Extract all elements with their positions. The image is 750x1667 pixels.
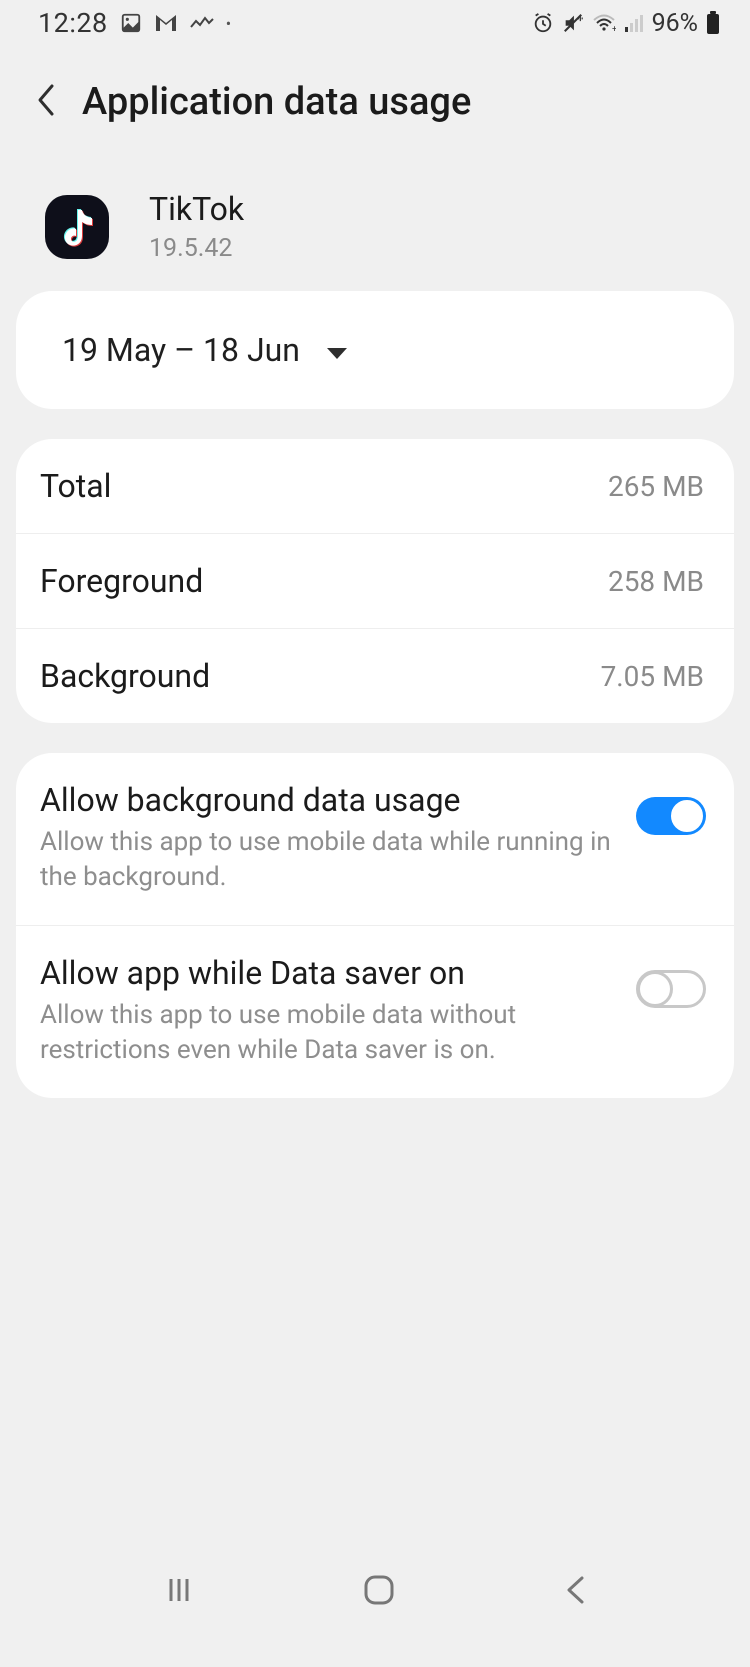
app-text: TikTok 19.5.42	[149, 190, 244, 263]
setting-title: Allow app while Data saver on	[40, 954, 616, 992]
setting-data-saver[interactable]: Allow app while Data saver on Allow this…	[16, 925, 734, 1098]
status-bar: 12:28 • + 96%	[0, 0, 750, 52]
picture-icon	[120, 12, 142, 34]
signal-icon	[624, 13, 644, 33]
usage-value: 7.05 MB	[601, 660, 704, 693]
usage-card: Total 265 MB Foreground 258 MB Backgroun…	[16, 439, 734, 723]
svg-text:+: +	[612, 25, 616, 33]
page-title: Application data usage	[82, 80, 471, 124]
app-name: TikTok	[149, 190, 244, 228]
wifi-icon: +	[592, 13, 616, 33]
app-info: TikTok 19.5.42	[0, 154, 750, 291]
usage-row-foreground: Foreground 258 MB	[16, 533, 734, 628]
gmail-icon	[154, 13, 178, 33]
battery-icon	[706, 11, 720, 35]
setting-title: Allow background data usage	[40, 781, 616, 819]
settings-card: Allow background data usage Allow this a…	[16, 753, 734, 1098]
toggle-data-saver[interactable]	[636, 970, 706, 1008]
usage-label: Total	[40, 467, 111, 505]
setting-text: Allow app while Data saver on Allow this…	[40, 954, 636, 1068]
date-range-text: 19 May – 18 Jun	[62, 331, 300, 369]
app-version: 19.5.42	[149, 234, 244, 263]
alarm-icon	[532, 12, 554, 34]
usage-value: 258 MB	[608, 565, 704, 598]
header: Application data usage	[0, 52, 750, 154]
usage-row-background: Background 7.05 MB	[16, 628, 734, 723]
status-right: + 96%	[532, 9, 720, 38]
more-notifications-icon: •	[226, 14, 231, 33]
date-range-selector[interactable]: 19 May – 18 Jun	[62, 331, 688, 369]
toggle-background-data[interactable]	[636, 797, 706, 835]
stocks-icon	[190, 15, 214, 31]
chevron-down-icon	[326, 331, 348, 369]
nav-back-button[interactable]	[564, 1575, 586, 1609]
setting-desc: Allow this app to use mobile data while …	[40, 825, 616, 895]
mute-vibrate-icon	[562, 12, 584, 34]
status-time: 12:28	[38, 7, 108, 39]
system-nav-bar	[0, 1557, 750, 1667]
usage-row-total: Total 265 MB	[16, 439, 734, 533]
usage-label: Background	[40, 657, 210, 695]
setting-text: Allow background data usage Allow this a…	[40, 781, 636, 895]
setting-background-data[interactable]: Allow background data usage Allow this a…	[16, 753, 734, 925]
usage-value: 265 MB	[608, 470, 704, 503]
date-range-card: 19 May – 18 Jun	[16, 291, 734, 409]
status-left: 12:28 •	[38, 7, 231, 39]
back-icon[interactable]	[34, 82, 58, 122]
setting-desc: Allow this app to use mobile data withou…	[40, 998, 616, 1068]
recents-button[interactable]	[164, 1575, 194, 1609]
tiktok-app-icon	[45, 195, 109, 259]
battery-percent: 96%	[652, 9, 698, 38]
home-button[interactable]	[362, 1573, 396, 1611]
usage-label: Foreground	[40, 562, 203, 600]
